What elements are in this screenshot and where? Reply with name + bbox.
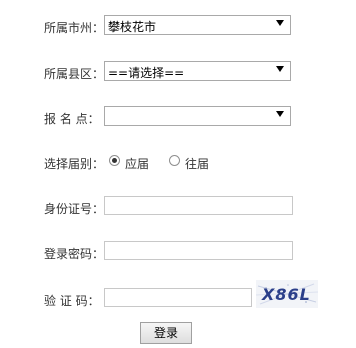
chevron-down-icon [276,111,284,117]
city-label: 所属市州： [44,21,105,35]
session-radio-previous[interactable] [169,155,180,166]
login-button[interactable]: 登录 [140,322,192,344]
session-row: 选择届别： 应届 往届 [0,151,356,175]
site-select[interactable] [104,106,291,126]
id-number-input[interactable] [104,196,293,215]
captcha-input[interactable] [104,288,252,307]
password-row: 登录密码： [0,241,356,265]
city-select-value: 攀枝花市 [108,20,157,34]
captcha-label: 验 证 码： [44,294,100,308]
session-radio-current[interactable] [109,155,120,166]
chevron-down-icon [276,66,284,72]
session-option-current-label[interactable]: 应届 [125,155,149,172]
session-option-previous-label[interactable]: 往届 [185,155,209,172]
site-label: 报 名 点： [44,112,100,126]
session-label: 选择届别： [44,157,105,171]
county-select-value: ==请选择== [108,66,185,80]
city-select[interactable]: 攀枝花市 [104,15,291,35]
chevron-down-icon [276,20,284,26]
county-label: 所属县区： [44,67,105,81]
password-input[interactable] [104,241,293,260]
password-label: 登录密码： [44,247,105,261]
id-number-row: 身份证号： [0,196,356,220]
captcha-image[interactable]: X86L [256,280,318,308]
site-row: 报 名 点： [0,106,356,130]
captcha-image-text: X86L [261,285,311,304]
city-row: 所属市州： 攀枝花市 [0,15,356,39]
county-select[interactable]: ==请选择== [104,61,291,81]
id-number-label: 身份证号： [44,202,105,216]
captcha-row: 验 证 码： X86L [0,280,356,312]
county-row: 所属县区： ==请选择== [0,61,356,85]
